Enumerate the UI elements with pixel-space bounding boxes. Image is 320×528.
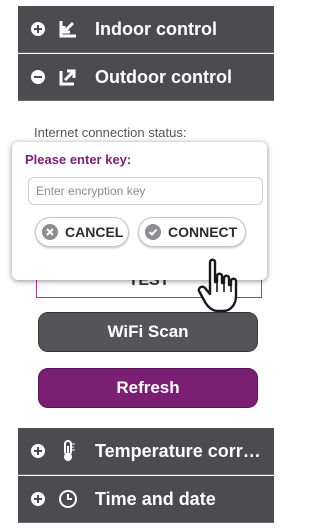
connect-label: CONNECT (168, 224, 238, 240)
internet-status-label: Internet connection status: (34, 125, 187, 140)
dialog-title: Please enter key: (25, 152, 132, 167)
refresh-button[interactable]: Refresh (38, 368, 258, 408)
wifi-scan-button[interactable]: WiFi Scan (38, 312, 258, 352)
section-title: Temperature corre… (95, 440, 265, 461)
encryption-key-input[interactable] (28, 177, 263, 205)
arrow-in-icon (57, 18, 79, 40)
section-title: Outdoor control (95, 66, 232, 87)
section-title: Time and date (95, 488, 216, 509)
expand-icon (31, 444, 45, 458)
clock-icon (57, 488, 79, 510)
expand-icon (31, 22, 45, 36)
thermometer-icon (57, 440, 79, 462)
section-title: Indoor control (95, 18, 217, 39)
hand-pointer-icon (197, 258, 238, 313)
section-header-outdoor-control[interactable]: Outdoor control (18, 54, 274, 101)
cancel-label: CANCEL (65, 224, 124, 240)
collapse-icon (31, 70, 45, 84)
cancel-icon (42, 224, 58, 240)
cancel-button[interactable]: CANCEL (35, 217, 129, 247)
connect-button[interactable]: CONNECT (138, 217, 246, 247)
section-header-indoor-control[interactable]: Indoor control (18, 6, 274, 53)
section-header-time-and-date[interactable]: Time and date (18, 476, 274, 523)
expand-icon (31, 492, 45, 506)
section-header-temperature[interactable]: Temperature corre… (18, 428, 274, 475)
arrow-out-icon (57, 66, 79, 88)
check-icon (145, 224, 161, 240)
